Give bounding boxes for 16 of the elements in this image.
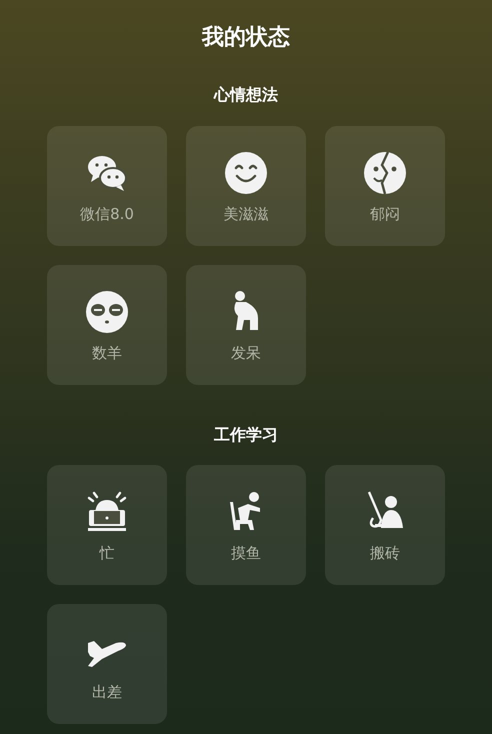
status-tile[interactable]: 微信8.0 <box>47 126 167 246</box>
status-tile[interactable]: 美滋滋 <box>186 126 306 246</box>
status-tile[interactable]: 出差 <box>47 604 167 724</box>
cracked-face-icon <box>363 151 407 195</box>
status-tile[interactable]: 摸鱼 <box>186 465 306 585</box>
status-tile[interactable]: 郁闷 <box>325 126 445 246</box>
laptop-alarm-icon <box>85 490 129 534</box>
smiley-face-icon <box>224 151 268 195</box>
status-tile[interactable]: 搬砖 <box>325 465 445 585</box>
status-tile[interactable]: 发呆 <box>186 265 306 385</box>
status-tile[interactable]: 忙 <box>47 465 167 585</box>
page-title: 我的状态 <box>202 24 290 52</box>
section-heading: 心情想法 <box>214 84 278 106</box>
section-heading: 工作学习 <box>214 424 278 446</box>
sleepy-face-icon <box>85 290 129 334</box>
status-tile[interactable]: 数羊 <box>47 265 167 385</box>
